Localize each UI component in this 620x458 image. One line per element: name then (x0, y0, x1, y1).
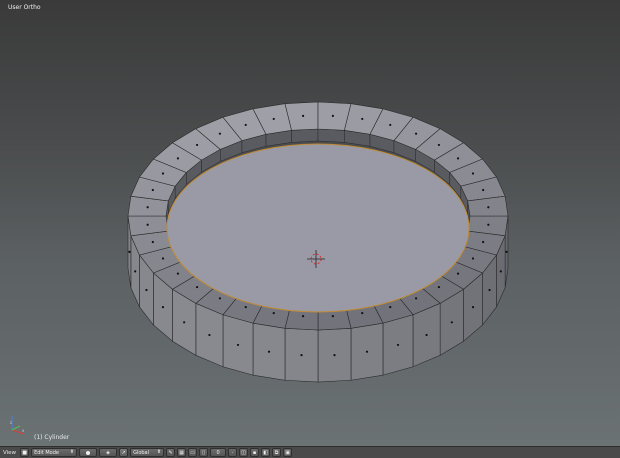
face-center-dot (331, 315, 335, 318)
face-center-dot (146, 206, 149, 209)
face-center-dot (471, 306, 475, 309)
face-center-dot (183, 321, 186, 324)
vertex-select-icon[interactable]: · (228, 448, 238, 457)
inner-floor-face (166, 143, 470, 313)
proportional-edit-icon[interactable]: ▯ (199, 448, 209, 457)
mode-select-label: Edit Mode (34, 449, 59, 456)
face-center-dot (361, 311, 364, 315)
face-center-dot (176, 157, 180, 160)
axis-label-x: x (22, 428, 25, 433)
face-center-dot (437, 143, 441, 147)
face-center-dot (244, 123, 247, 127)
edge-select-icon[interactable]: ◫ (239, 448, 249, 457)
3d-viewport[interactable]: User Ortho z x (1) Cylinder (0, 0, 620, 446)
face-center-dot (389, 123, 392, 127)
face-center-dot (389, 305, 392, 309)
face-center-dot (236, 343, 240, 347)
face-select-icon[interactable]: ▪ (250, 448, 260, 457)
face-center-dot (365, 350, 369, 353)
face-center-dot (456, 272, 460, 275)
face-center-dot (471, 257, 475, 260)
manipulator-icon[interactable]: ↗ (119, 448, 129, 457)
face-center-dot (301, 114, 305, 117)
rotate-icon[interactable]: ▦ (177, 448, 187, 457)
face-center-dot (272, 311, 275, 315)
face-center-dot (218, 132, 222, 135)
face-center-dot (128, 250, 131, 253)
occlude-icon[interactable]: ◧ (261, 448, 271, 457)
face-center-dot (161, 257, 165, 260)
face-center-dot (161, 172, 165, 175)
pivot-point-icon[interactable]: ◈ (99, 448, 118, 457)
face-center-dot (300, 354, 303, 357)
face-center-dot (450, 321, 453, 324)
mode-select[interactable]: Edit Mode ⬍ (31, 448, 78, 457)
face-center-dot (396, 343, 400, 347)
chevron-down-icon: ⬍ (69, 449, 75, 455)
face-center-dot (208, 333, 211, 337)
face-center-dot (425, 333, 428, 337)
face-center-dot (471, 172, 475, 175)
face-center-dot (482, 240, 485, 244)
face-center-dot (505, 250, 508, 253)
face-center-dot (499, 270, 502, 273)
face-center-dot (361, 117, 364, 121)
snap-icon[interactable]: ⧉ (272, 448, 282, 457)
axis-gizmo-icon: z x (10, 416, 25, 435)
face-center-dot (218, 297, 222, 300)
face-center-dot (488, 288, 491, 292)
inner-wall-face (317, 128, 345, 143)
layer-icon[interactable]: ▭ (188, 448, 198, 457)
face-center-dot (482, 188, 485, 192)
face-center-dot (151, 188, 154, 192)
mesh-scene[interactable] (0, 0, 620, 446)
face-center-dot (195, 285, 199, 289)
viewport-shading-icon[interactable] (79, 448, 98, 457)
layer-value[interactable]: 0 (210, 448, 227, 457)
face-center-dot (176, 272, 180, 275)
face-center-dot (151, 240, 154, 244)
inner-wall-face (291, 128, 319, 143)
face-center-dot (456, 157, 460, 160)
view-menu[interactable]: View (3, 450, 16, 456)
face-center-dot (244, 305, 247, 309)
face-center-dot (134, 270, 137, 273)
mode-cube-icon[interactable]: ■ (20, 448, 30, 457)
face-center-dot (414, 132, 418, 135)
face-center-dot (414, 297, 418, 300)
face-center-dot (161, 306, 165, 309)
axis-label-z: z (10, 420, 12, 425)
face-center-dot (195, 143, 199, 147)
chevron-down-icon: ⬍ (156, 449, 162, 455)
3d-view-header: View ■ Edit Mode ⬍ ◈ ↗ Global ⬍ ✎ ▦ ▭ ▯ … (0, 446, 620, 458)
orientation-select[interactable]: Global ⬍ (130, 448, 165, 457)
face-center-dot (267, 350, 271, 353)
face-center-dot (145, 288, 148, 292)
face-center-dot (487, 223, 490, 226)
orientation-select-label: Global (133, 449, 150, 456)
face-center-dot (333, 354, 336, 357)
translate-icon[interactable]: ✎ (166, 448, 176, 457)
face-center-dot (487, 206, 490, 209)
face-center-dot (272, 117, 275, 121)
object-label: (1) Cylinder (34, 434, 70, 441)
face-center-dot (437, 285, 441, 289)
face-center-dot (301, 315, 305, 318)
face-center-dot (146, 223, 149, 226)
face-center-dot (331, 114, 335, 117)
render-icon[interactable]: ▣ (283, 448, 293, 457)
